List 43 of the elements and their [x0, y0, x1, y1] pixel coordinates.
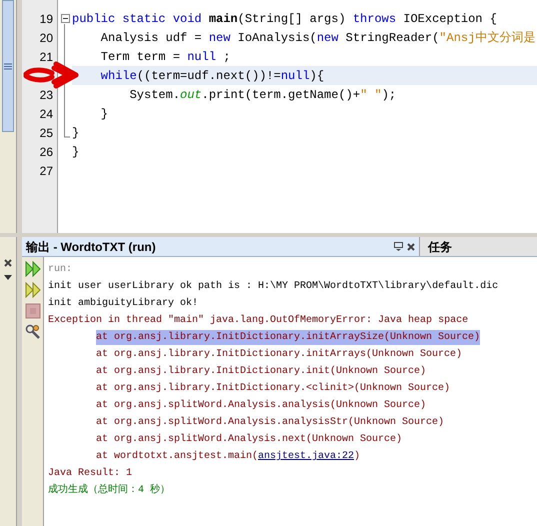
line-number: 24 — [40, 106, 53, 122]
line-number: 23 — [40, 86, 53, 104]
output-line: init ambiguityLibrary ok! — [48, 296, 198, 311]
close-icon[interactable] — [407, 242, 415, 250]
code-line: } — [100, 106, 108, 122]
output-tab[interactable]: 输出 - WordtoTXT (run) — [22, 237, 420, 256]
output-line: at org.ansj.splitWord.Analysis.analysis(Unknown Source) — [96, 398, 426, 413]
fold-icon[interactable] — [60, 14, 70, 23]
code-line: Term term = null ; — [100, 48, 230, 66]
output-line: run: — [48, 263, 72, 277]
code-line: } — [72, 144, 80, 160]
line-number: 27 — [40, 162, 53, 180]
grip-icon — [4, 62, 12, 70]
rerun-icon[interactable] — [24, 261, 40, 277]
code-line: } — [72, 124, 80, 142]
menu-icon[interactable] — [394, 242, 403, 251]
line-number: 20 — [40, 30, 53, 46]
code-line: while((term=udf.next())!=null){ — [100, 68, 324, 84]
line-number: 19 — [40, 10, 53, 28]
line-number: 21 — [40, 48, 53, 66]
code-line: public static void main(String[] args) throws IOException { — [72, 10, 497, 28]
line-number: 26 — [40, 144, 53, 160]
caret-icon[interactable] — [4, 275, 12, 280]
output-line: 成功生成（总时间：4 秒） — [48, 483, 170, 498]
source-link[interactable]: ansjtest.java:22 — [258, 451, 354, 462]
panel-title: 输出 - WordtoTXT (run) — [26, 238, 157, 256]
scrollbar-thumb[interactable] — [2, 0, 14, 132]
code-line: Analysis udf = new IoAnalysis(new StringReader("Ansj中文分词是 — [100, 30, 536, 46]
output-line: at org.ansj.library.InitDictionary.<clinit>(Unknown Source) — [96, 382, 450, 396]
output-line: at org.ansj.splitWord.Analysis.next(Unknown Source) — [96, 432, 402, 447]
output-line: init user userLibrary ok path is : H:\MY PROM\WordtoTXT\library\default.dic — [48, 280, 498, 294]
line-number: 25 — [40, 124, 53, 142]
rerun-icon[interactable] — [24, 282, 40, 298]
output-line: at org.ansj.library.InitDictionary.initArrays(Unknown Source) — [96, 348, 462, 362]
side-panel-tab[interactable]: 任务 — [420, 237, 537, 256]
close-icon[interactable] — [4, 259, 12, 267]
output-line: at wordtotxt.ansjtest.main(ansjtest.java:22) — [96, 450, 360, 464]
output-line: Exception in thread "main" java.lang.OutOfMemoryError: Java heap space — [48, 314, 468, 328]
output-line: at org.ansj.splitWord.Analysis.analysisStr(Unknown Source) — [96, 416, 444, 430]
stop-icon[interactable] — [24, 303, 40, 319]
output-line: at org.ansj.library.InitDictionary.init(Unknown Source) — [96, 364, 426, 379]
output-line: Java Result: 1 — [48, 466, 132, 481]
code-line: System.out.print(term.getName()+" "); — [128, 86, 396, 104]
